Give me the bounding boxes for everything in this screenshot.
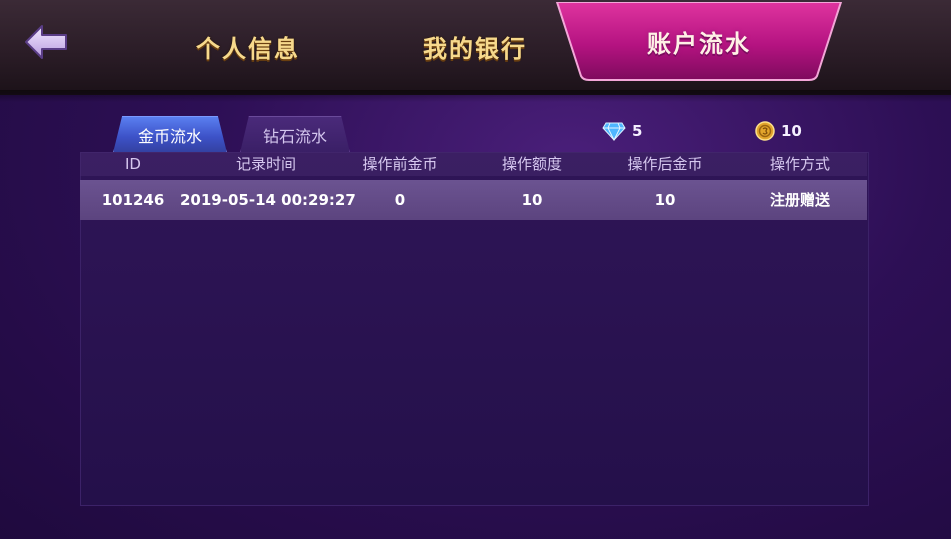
row-before: 0 [394,191,406,209]
row-after: 10 [654,191,676,209]
back-button[interactable] [22,20,70,64]
diamond-icon [602,122,626,141]
row-amount: 10 [521,191,543,209]
row-id: 101246 [101,191,165,209]
diamond-balance: 5 [602,120,642,142]
tab-gold-flow-label: 金币流水 [137,127,202,146]
back-arrow-icon [25,25,67,59]
tab-account-flow[interactable]: 账户流水 [555,2,843,82]
row-method: 注册赠送 [769,191,830,209]
tab-gold-flow[interactable]: 金币流水 [113,116,227,153]
column-header-method: 操作方式 [769,155,830,173]
tab-my-bank-label: 我的银行 [423,34,527,63]
tab-account-flow-label: 账户流水 [647,30,751,58]
coin-balance-value: 10 [781,122,802,140]
tab-my-bank[interactable]: 我的银行 [395,22,555,70]
row-time: 2019-05-14 00:29:27 [180,191,356,209]
column-header-amount: 操作额度 [501,155,562,173]
diamond-balance-value: 5 [632,122,643,140]
column-header-id: ID [125,155,141,173]
column-header-before: 操作前金币 [362,155,438,173]
tab-diamond-flow-label: 钻石流水 [262,127,327,146]
column-header-time: 记录时间 [235,155,296,173]
tab-personal-info-label: 个人信息 [196,34,300,63]
coin-icon [755,121,775,141]
tab-personal-info[interactable]: 个人信息 [168,22,328,70]
column-header-after: 操作后金币 [627,155,703,173]
tab-diamond-flow[interactable]: 钻石流水 [240,116,350,153]
coin-balance: 10 [755,120,802,142]
